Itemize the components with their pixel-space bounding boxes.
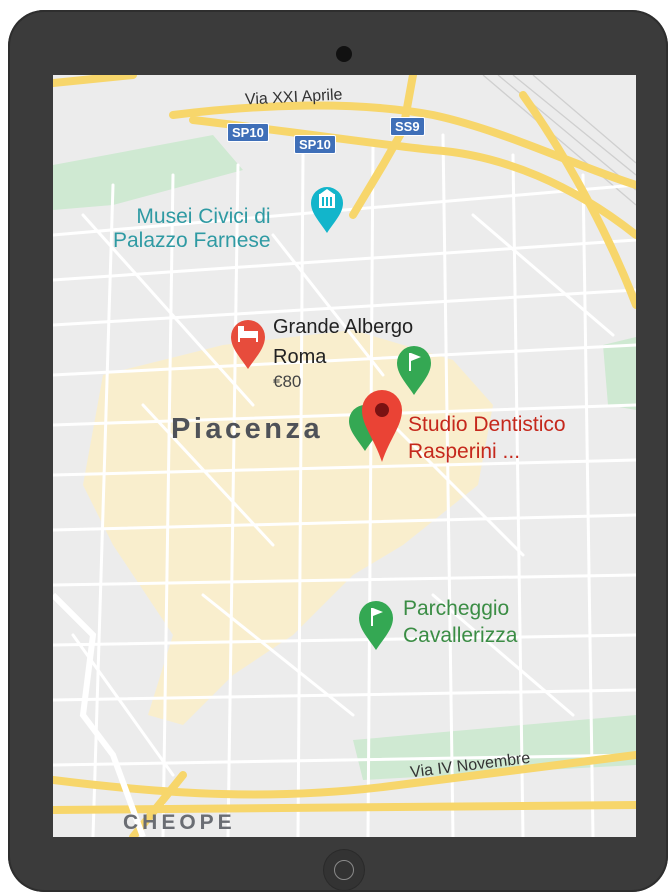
museum-icon[interactable] <box>311 187 343 233</box>
poi-dentist-line2: Rasperini ... <box>408 440 521 464</box>
flag-icon[interactable] <box>359 601 393 650</box>
poi-label-parking[interactable]: Parcheggio Cavallerizza <box>403 597 517 648</box>
poi-label-dentist[interactable]: Studio Dentistico Rasperini ... <box>408 413 566 464</box>
poi-parking-line1: Parcheggio <box>403 597 510 620</box>
park-area <box>53 135 243 210</box>
park-area <box>603 337 636 410</box>
home-button-ring <box>334 860 354 880</box>
poi-hotel-line1: Grande Albergo <box>273 316 414 338</box>
map-view[interactable]: Via XXI Aprile Via IV Novembre SP10 SP10… <box>53 75 636 837</box>
tablet-frame: Via XXI Aprile Via IV Novembre SP10 SP10… <box>8 10 668 892</box>
camera <box>336 46 352 62</box>
poi-dentist-line1: Studio Dentistico <box>408 413 566 436</box>
route-shield: SP10 <box>227 123 269 142</box>
district-label: CHEOPE <box>123 811 236 834</box>
route-shield: SS9 <box>390 117 425 136</box>
poi-parking-line2: Cavallerizza <box>403 624 518 648</box>
poi-hotel-line2: Roma <box>273 346 327 368</box>
poi-museum-line2: Palazzo Farnese <box>113 229 271 253</box>
poi-label-hotel[interactable]: Grande Albergo Roma €80 <box>273 316 413 392</box>
poi-hotel-price: €80 <box>273 372 302 391</box>
home-button[interactable] <box>324 850 364 890</box>
route-shield: SP10 <box>294 135 336 154</box>
poi-label-museum[interactable]: Musei Civici di Palazzo Farnese <box>113 205 271 253</box>
poi-museum-line1: Musei Civici di <box>136 205 271 228</box>
city-label: Piacenza <box>171 413 324 445</box>
